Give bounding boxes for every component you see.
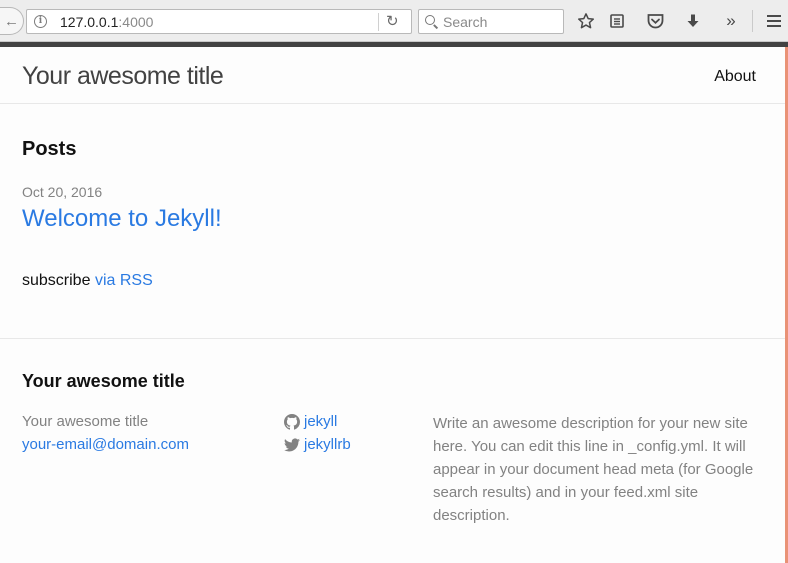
- site-header: Your awesome title About: [0, 47, 785, 104]
- url-host: 127.0.0.1: [60, 14, 119, 30]
- reload-icon[interactable]: ↻: [386, 12, 399, 30]
- toolbar-separator: [752, 10, 753, 32]
- footer-heading: Your awesome title: [22, 371, 185, 391]
- footer-email-link[interactable]: your-email@domain.com: [22, 436, 189, 453]
- browser-toolbar: ← i 127.0.0.1:4000 ↻ Search »: [0, 0, 788, 42]
- post-date: Oct 20, 2016: [22, 184, 103, 200]
- post-title-link[interactable]: Welcome to Jekyll!: [22, 205, 222, 233]
- url-text[interactable]: 127.0.0.1:4000: [60, 14, 153, 30]
- rss-link[interactable]: via RSS: [95, 272, 153, 289]
- pocket-icon[interactable]: [643, 9, 667, 33]
- site-footer: Your awesome title Your awesome title yo…: [0, 338, 785, 563]
- footer-site-name: Your awesome title: [22, 413, 149, 430]
- site-description: Write an awesome description for your ne…: [433, 415, 754, 524]
- github-username: jekyll: [304, 413, 338, 430]
- subscribe-label: subscribe: [22, 272, 91, 289]
- twitter-username: jekyllrb: [304, 436, 351, 453]
- search-icon: [425, 15, 435, 25]
- site-title[interactable]: Your awesome title: [22, 62, 224, 91]
- github-icon: [284, 413, 300, 430]
- github-link[interactable]: jekyll: [284, 413, 337, 430]
- search-input[interactable]: Search: [418, 9, 564, 34]
- url-port: :4000: [118, 14, 154, 30]
- bookmark-star-icon[interactable]: [574, 9, 598, 33]
- overflow-chevrons-icon[interactable]: »: [719, 9, 743, 33]
- page-content: Your awesome title About Posts Oct 20, 2…: [0, 42, 788, 563]
- subscribe-line: subscribe via RSS: [22, 272, 153, 290]
- search-placeholder: Search: [443, 14, 488, 30]
- twitter-icon: [284, 438, 300, 451]
- reading-list-icon[interactable]: [605, 9, 629, 33]
- nav-link-about[interactable]: About: [714, 68, 756, 86]
- url-separator: [378, 13, 379, 31]
- hamburger-menu-icon[interactable]: [762, 9, 786, 33]
- back-arrow-icon: ←: [4, 12, 19, 30]
- back-button[interactable]: ←: [0, 7, 24, 35]
- info-icon[interactable]: i: [34, 15, 47, 28]
- posts-heading: Posts: [22, 138, 77, 160]
- address-bar[interactable]: i 127.0.0.1:4000 ↻: [26, 9, 412, 34]
- twitter-link[interactable]: jekyllrb: [284, 436, 351, 453]
- download-icon[interactable]: [681, 9, 705, 33]
